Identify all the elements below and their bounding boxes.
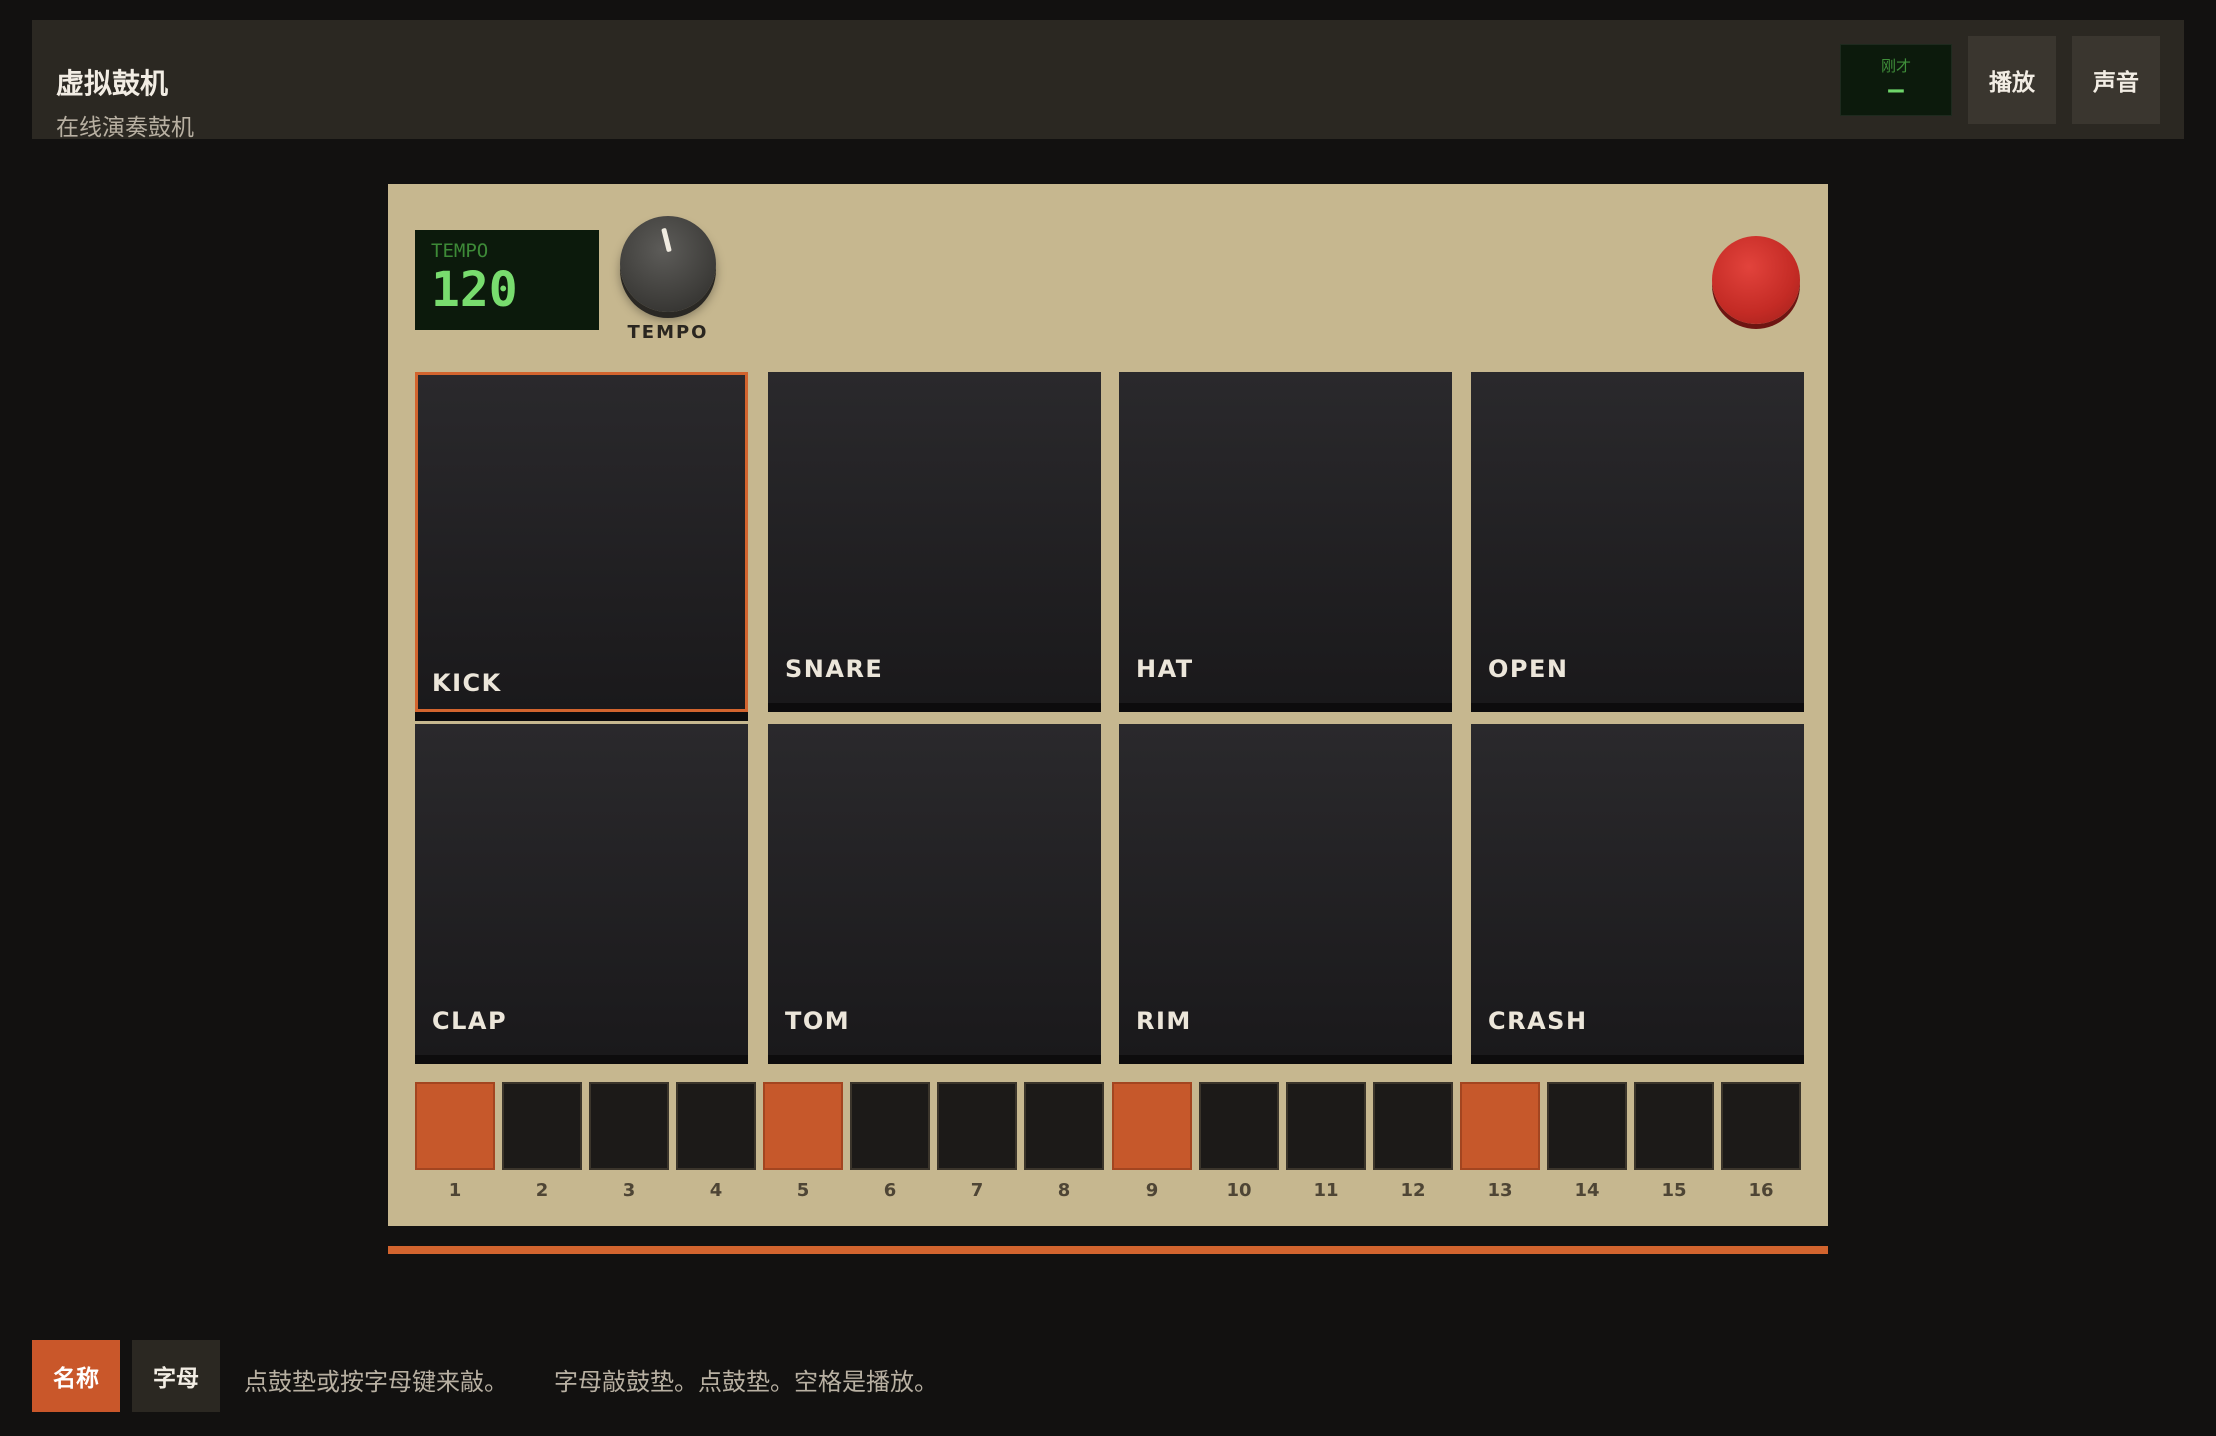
drum-pad-label: CRASH — [1488, 1007, 1588, 1035]
step-number: 14 — [1574, 1180, 1600, 1201]
drum-pad-label: CLAP — [432, 1007, 508, 1035]
step-8[interactable] — [1024, 1082, 1104, 1170]
drum-pad-tom[interactable]: TOM — [768, 724, 1101, 1064]
sound-button[interactable]: 声音 — [2072, 36, 2160, 124]
app-header: 虚拟鼓机 在线演奏鼓机 刚才 – 播放 声音 — [32, 20, 2184, 141]
last-hit-display: 刚才 – — [1840, 44, 1952, 116]
playback-progress-bar — [388, 1246, 1828, 1254]
tempo-value: 120 — [431, 262, 518, 318]
drum-pad-label: RIM — [1136, 1007, 1192, 1035]
step-4[interactable] — [676, 1082, 756, 1170]
step-6[interactable] — [850, 1082, 930, 1170]
instruction-text: 点鼓垫或按字母键来敲。 — [244, 1368, 508, 1396]
tempo-display-label: TEMPO — [431, 240, 489, 262]
drum-pad-crash[interactable]: CRASH — [1471, 724, 1804, 1064]
step-number: 15 — [1661, 1180, 1687, 1201]
step-9[interactable] — [1112, 1082, 1192, 1170]
drum-machine-panel: TEMPO 120 TEMPO KICK SNARE HAT OPEN CLAP TOM R… — [388, 184, 1828, 1226]
last-hit-label: 刚才 — [1880, 57, 1911, 75]
show-letters-button[interactable]: 字母 — [132, 1340, 220, 1412]
knob-indicator — [661, 227, 672, 253]
drum-pad-label: HAT — [1136, 655, 1194, 683]
drum-pad-rim[interactable]: RIM — [1119, 724, 1452, 1064]
last-hit-value: – — [1888, 75, 1904, 105]
step-number: 10 — [1226, 1180, 1252, 1201]
drum-pad-hat[interactable]: HAT — [1119, 372, 1452, 712]
step-1[interactable] — [415, 1082, 495, 1170]
app-title: 虚拟鼓机 — [56, 67, 169, 100]
step-12[interactable] — [1373, 1082, 1453, 1170]
step-14[interactable] — [1547, 1082, 1627, 1170]
drum-pad-clap[interactable]: CLAP — [415, 724, 748, 1064]
step-number: 8 — [1057, 1180, 1071, 1201]
step-3[interactable] — [589, 1082, 669, 1170]
step-11[interactable] — [1286, 1082, 1366, 1170]
step-number: 9 — [1145, 1180, 1159, 1201]
step-15[interactable] — [1634, 1082, 1714, 1170]
show-names-button[interactable]: 名称 — [32, 1340, 120, 1412]
drum-pad-label: SNARE — [785, 655, 884, 683]
step-number: 12 — [1400, 1180, 1426, 1201]
tempo-display: TEMPO 120 — [415, 230, 599, 330]
record-button[interactable] — [1712, 236, 1800, 324]
app-subtitle: 在线演奏鼓机 — [56, 115, 194, 141]
drum-pad-label: TOM — [785, 1007, 851, 1035]
drum-pad-kick[interactable]: KICK — [415, 372, 748, 721]
tempo-knob-label: TEMPO — [627, 322, 709, 343]
step-7[interactable] — [937, 1082, 1017, 1170]
step-number: 7 — [970, 1180, 984, 1201]
keyboard-hint-text: 字母敲鼓垫。点鼓垫。空格是播放。 — [554, 1368, 938, 1396]
step-10[interactable] — [1199, 1082, 1279, 1170]
step-number: 13 — [1487, 1180, 1513, 1201]
step-number: 3 — [622, 1180, 636, 1201]
step-number: 11 — [1313, 1180, 1339, 1201]
drum-pad-snare[interactable]: SNARE — [768, 372, 1101, 712]
step-16[interactable] — [1721, 1082, 1801, 1170]
drum-pad-label: OPEN — [1488, 655, 1569, 683]
step-number: 6 — [883, 1180, 897, 1201]
step-number: 2 — [535, 1180, 549, 1201]
drum-pad-label: KICK — [432, 669, 502, 697]
step-number: 16 — [1748, 1180, 1774, 1201]
step-number: 5 — [796, 1180, 810, 1201]
step-5[interactable] — [763, 1082, 843, 1170]
step-2[interactable] — [502, 1082, 582, 1170]
step-13[interactable] — [1460, 1082, 1540, 1170]
tempo-knob[interactable] — [620, 216, 716, 312]
step-sequencer: 1 2 3 4 5 6 7 8 9 10 11 12 13 14 15 16 — [415, 1082, 1801, 1201]
step-number: 4 — [709, 1180, 723, 1201]
play-button[interactable]: 播放 — [1968, 36, 2056, 124]
drum-pad-open[interactable]: OPEN — [1471, 372, 1804, 712]
step-number: 1 — [448, 1180, 462, 1201]
